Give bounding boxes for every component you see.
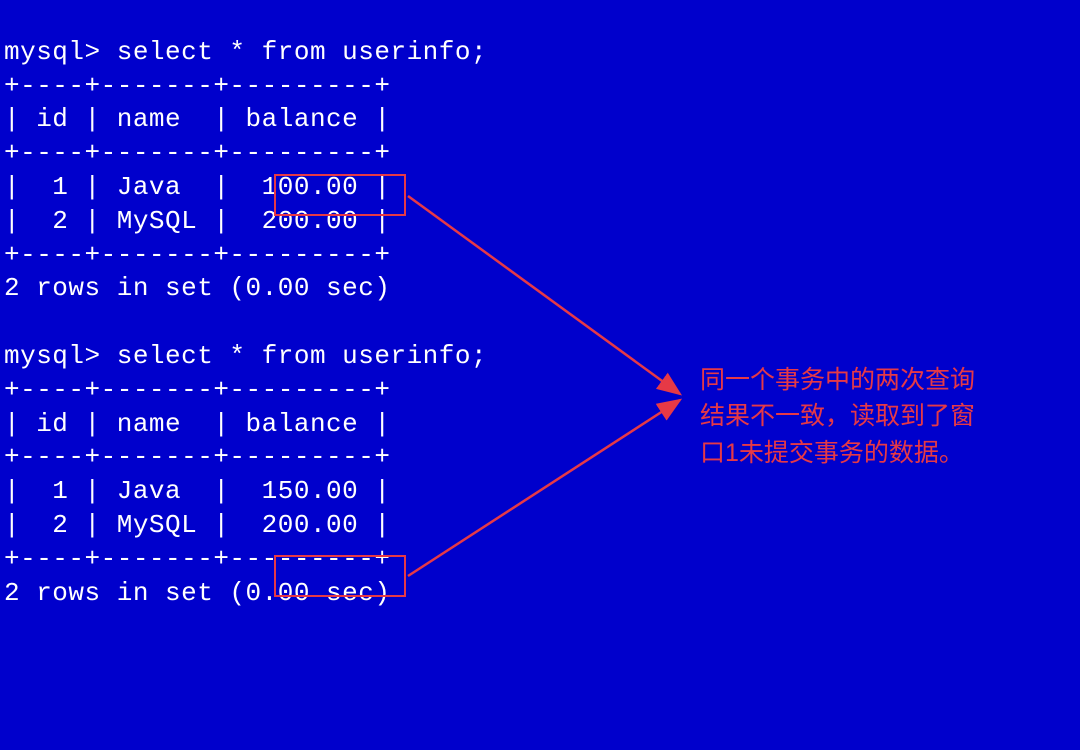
query-1-header: | id | name | balance | bbox=[4, 104, 390, 134]
query-1-row-2: | 2 | MySQL | 200.00 | bbox=[4, 206, 390, 236]
annotation-line-3: 口1未提交事务的数据。 bbox=[700, 435, 975, 471]
query-1-row-1: | 1 | Java | 100.00 | bbox=[4, 172, 390, 202]
query-1-footer: 2 rows in set (0.00 sec) bbox=[4, 273, 390, 303]
query-2-footer: 2 rows in set (0.00 sec) bbox=[4, 578, 390, 608]
query-2-row-2: | 2 | MySQL | 200.00 | bbox=[4, 510, 390, 540]
annotation-line-2: 结果不一致，读取到了窗 bbox=[700, 398, 975, 434]
query-1-sep-mid: +----+-------+---------+ bbox=[4, 138, 390, 168]
query-2-row-1: | 1 | Java | 150.00 | bbox=[4, 476, 390, 506]
query-1-prompt: mysql> select * from userinfo; bbox=[4, 37, 487, 67]
query-2-sep-mid: +----+-------+---------+ bbox=[4, 442, 390, 472]
annotation-line-1: 同一个事务中的两次查询 bbox=[700, 362, 975, 398]
query-2-header: | id | name | balance | bbox=[4, 409, 390, 439]
query-2-prompt: mysql> select * from userinfo; bbox=[4, 341, 487, 371]
query-2-sep-bot: +----+-------+---------+ bbox=[4, 544, 390, 574]
query-1-sep-top: +----+-------+---------+ bbox=[4, 71, 390, 101]
mysql-terminal: mysql> select * from userinfo; +----+---… bbox=[0, 0, 1080, 610]
annotation-text: 同一个事务中的两次查询 结果不一致，读取到了窗 口1未提交事务的数据。 bbox=[700, 362, 975, 471]
query-2-sep-top: +----+-------+---------+ bbox=[4, 375, 390, 405]
query-1-sep-bot: +----+-------+---------+ bbox=[4, 240, 390, 270]
